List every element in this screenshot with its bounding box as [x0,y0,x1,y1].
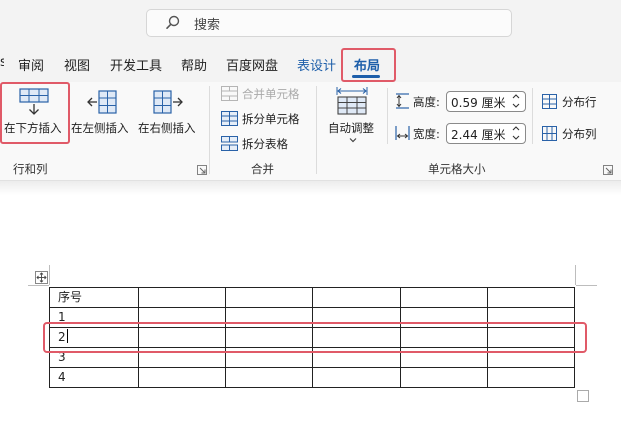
table-cell[interactable] [486,287,576,308]
table-cell[interactable] [225,367,314,388]
group-separator [316,86,317,174]
autofit-label: 自动调整 [328,121,374,135]
cell-size-dialog-launcher-icon[interactable] [603,165,613,175]
table-row: 4 [49,367,576,388]
table-cell[interactable] [137,287,227,308]
tab-clipped[interactable]: s [0,55,4,70]
table-cell[interactable] [312,367,401,388]
page-gap [0,181,621,195]
distribute-columns-button[interactable]: 分布列 [540,124,604,144]
search-placeholder[interactable]: 搜索 [194,14,220,33]
chevron-down-icon [349,138,357,143]
table-cell-text: 序号 [58,290,83,304]
margin-mark [28,285,49,286]
split-table-button[interactable]: 拆分表格 [218,134,308,154]
table-cell[interactable] [225,287,314,308]
distribute-columns-label: 分布列 [562,127,597,141]
group-separator [387,88,388,144]
chevron-down-icon[interactable] [511,134,521,141]
row-height-icon [396,93,409,109]
rows-columns-dialog-launcher-icon[interactable] [197,165,207,175]
split-cells-button[interactable]: 拆分单元格 [218,109,308,129]
search-icon [166,15,180,29]
split-cells-icon [221,111,238,126]
table-cell[interactable] [312,287,401,308]
tab-developer[interactable]: 开发工具 [110,55,162,74]
margin-mark [575,265,576,285]
merge-cells-button[interactable]: 合并单元格 [218,84,308,104]
chevron-down-icon[interactable] [511,102,521,109]
tab-review[interactable]: 审阅 [18,55,44,74]
table-header-row: 序号 [49,287,576,308]
group-separator [532,88,533,144]
insert-left-icon [87,90,117,114]
column-width-icon [395,126,410,140]
chevron-up-icon[interactable] [511,93,521,100]
table-cell[interactable]: 序号 [49,287,139,308]
autofit-icon [336,87,368,115]
group-label-merge: 合并 [251,162,274,176]
insert-left-button[interactable]: 在左侧插入 [70,84,134,142]
table-cell[interactable] [486,367,576,388]
table-cell-text: 4 [58,370,66,384]
active-row-highlight [43,322,587,353]
tab-baidu-netdisk[interactable]: 百度网盘 [226,55,278,74]
column-width-value[interactable]: 2.44 厘米 [451,126,506,143]
merge-cells-label: 合并单元格 [242,87,300,101]
distribute-rows-icon [542,94,557,109]
width-label: 宽度: [413,127,440,141]
insert-right-button[interactable]: 在右侧插入 [136,84,200,142]
insert-right-icon [153,90,183,114]
split-cells-label: 拆分单元格 [242,112,300,126]
distribute-columns-icon [542,126,557,141]
table-cell[interactable] [137,367,227,388]
tab-help[interactable]: 帮助 [181,55,207,74]
tab-view[interactable]: 视图 [64,55,90,74]
insert-below-highlight [0,82,70,144]
distribute-rows-label: 分布行 [562,95,597,109]
insert-right-label: 在右侧插入 [138,121,196,135]
margin-mark [49,265,50,285]
group-label-cell-size: 单元格大小 [428,162,486,176]
split-table-icon [221,136,238,151]
group-separator [209,86,210,174]
height-label: 高度: [413,95,440,109]
table-cell[interactable] [399,287,488,308]
merge-cells-icon [221,86,238,101]
row-height-value[interactable]: 0.59 厘米 [451,94,506,111]
autofit-button[interactable]: 自动调整 [322,84,384,150]
tab-table-design[interactable]: 表设计 [297,55,336,74]
margin-mark [576,285,597,286]
distribute-rows-button[interactable]: 分布行 [540,92,604,112]
group-label-rows-columns: 行和列 [13,162,48,176]
move-arrows-icon [36,272,47,283]
insert-left-label: 在左侧插入 [71,121,129,135]
table-move-handle[interactable] [35,271,48,284]
table-cell[interactable] [399,367,488,388]
chevron-up-icon[interactable] [511,125,521,132]
table-cell[interactable]: 4 [49,367,139,388]
tab-layout-highlight [341,48,396,82]
split-table-label: 拆分表格 [242,137,288,151]
table-resize-handle[interactable] [577,390,589,402]
